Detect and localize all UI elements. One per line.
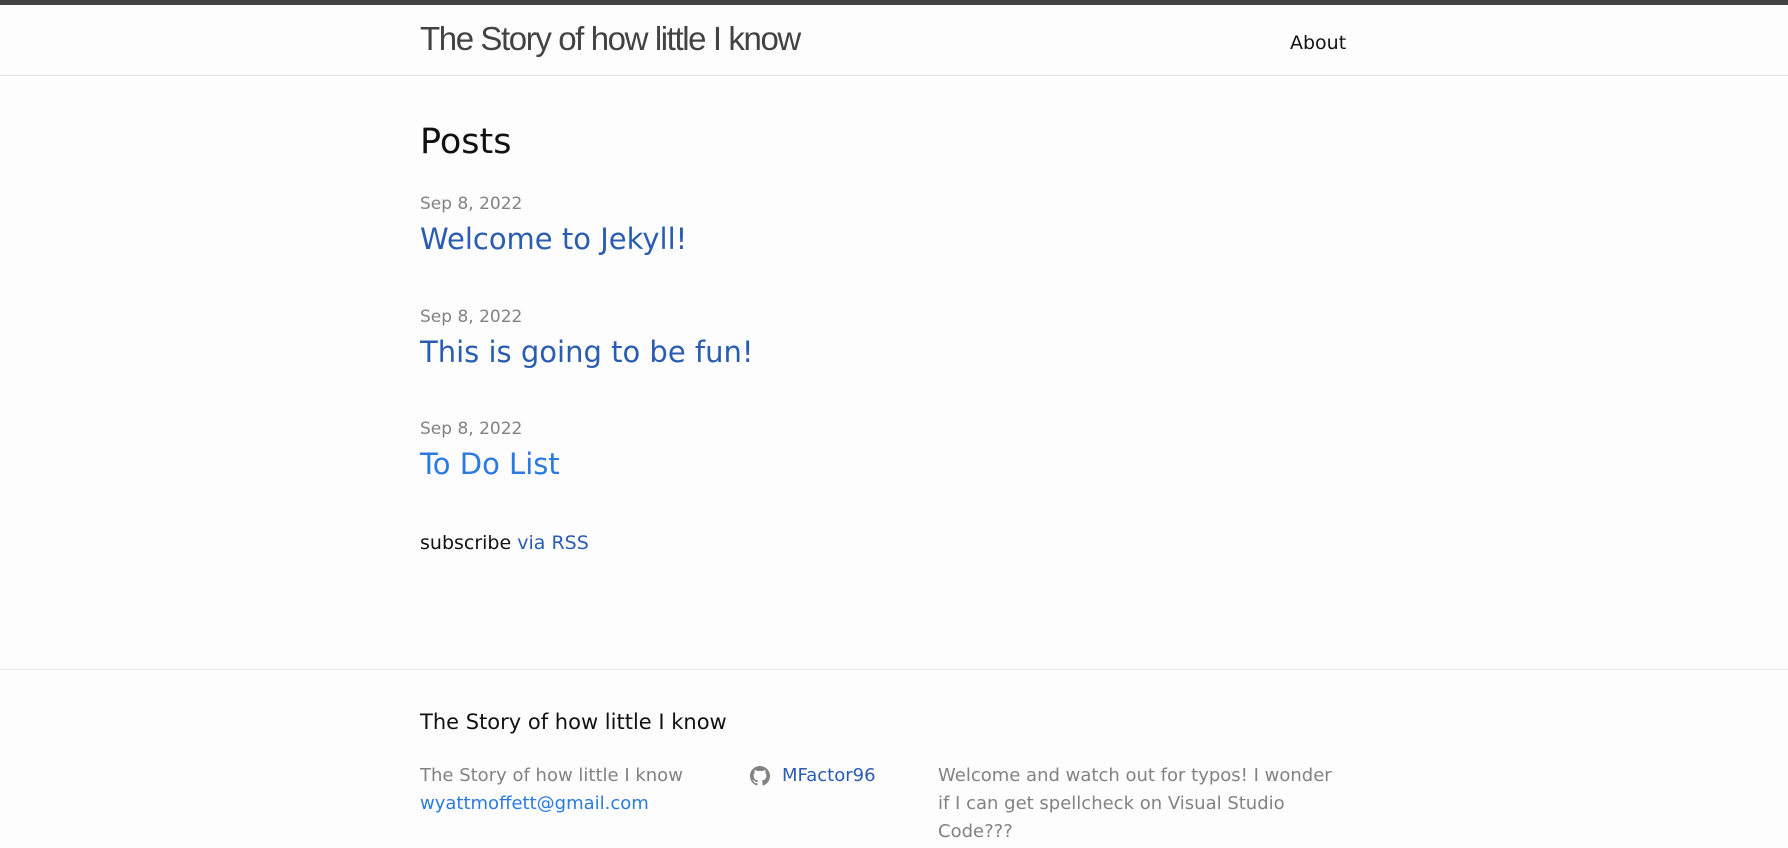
footer-contact-column: The Story of how little I know wyattmoff…: [420, 762, 683, 818]
site-footer: The Story of how little I know The Story…: [0, 669, 1788, 848]
subscribe-text: subscribe: [420, 532, 512, 554]
github-username-link[interactable]: MFactor96: [782, 762, 876, 790]
posts-heading: Posts: [420, 122, 512, 162]
footer-social-column: MFactor96: [750, 762, 876, 790]
post-title-link[interactable]: Welcome to Jekyll!: [420, 222, 687, 257]
post-item: Sep 8, 2022 To Do List: [420, 419, 560, 482]
post-item: Sep 8, 2022 Welcome to Jekyll!: [420, 194, 687, 257]
post-date: Sep 8, 2022: [420, 419, 523, 439]
footer-heading: The Story of how little I know: [420, 710, 727, 734]
footer-site-name: The Story of how little I know: [420, 765, 683, 786]
footer-description: Welcome and watch out for typos! I wonde…: [938, 765, 1332, 842]
rss-subscribe: subscribe via RSS: [420, 532, 589, 554]
post-title-link[interactable]: To Do List: [420, 447, 560, 482]
post-title-link[interactable]: This is going to be fun!: [420, 335, 753, 370]
rss-link[interactable]: via RSS: [517, 532, 589, 554]
post-item: Sep 8, 2022 This is going to be fun!: [420, 307, 753, 370]
site-header: The Story of how little I know About: [0, 5, 1788, 76]
github-icon: [750, 766, 770, 786]
footer-email-link[interactable]: wyattmoffett@gmail.com: [420, 790, 683, 818]
post-date: Sep 8, 2022: [420, 307, 523, 327]
site-title-link[interactable]: The Story of how little I know: [420, 19, 801, 59]
post-date: Sep 8, 2022: [420, 194, 523, 214]
nav-link-about[interactable]: About: [1290, 32, 1346, 54]
